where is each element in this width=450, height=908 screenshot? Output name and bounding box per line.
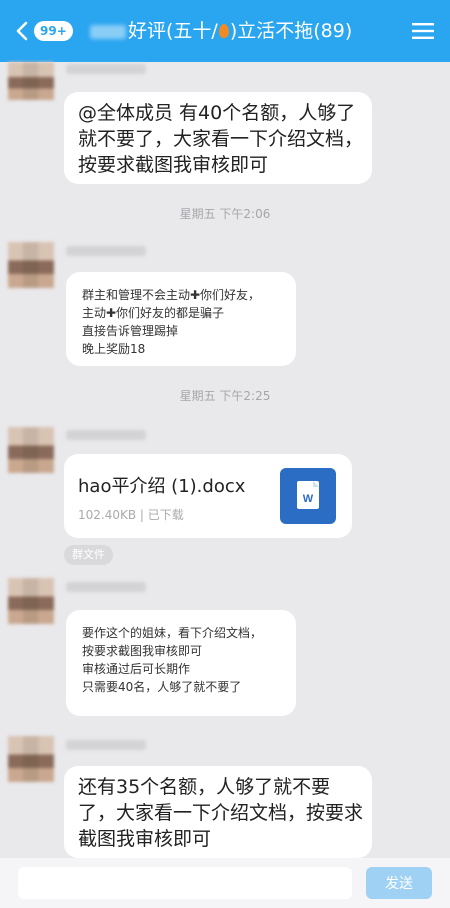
chat-header: 99+ 好评(五十/ )立活不拖(89) (0, 0, 450, 62)
file-name: hao平介绍 (1).docx (78, 476, 246, 497)
menu-icon[interactable] (412, 22, 434, 40)
word-document-icon: W (280, 468, 336, 524)
message-line: 按要求截图我审核即可 (82, 644, 203, 658)
sender-avatar[interactable] (8, 62, 54, 100)
message-line: 还有35个名额，人够了就不要 (78, 776, 331, 798)
chat-title: 好评(五十/ )立活不拖(89) (128, 18, 352, 44)
message-input-bar: 发送 (0, 858, 450, 908)
message-bubble[interactable]: 群主和管理不会主动✚你们好友， 主动✚你们好友的都是骗子 直接告诉管理踢掉 晚上… (66, 272, 296, 366)
message-timestamp: 星期五 下午2:06 (179, 207, 271, 221)
sender-avatar[interactable] (8, 578, 54, 624)
message-bubble[interactable]: 要作这个的姐妹，看下介绍文档， 按要求截图我审核即可 审核通过后可长期作 只需要… (66, 610, 296, 716)
message-line: 主动✚你们好友的都是骗子 (82, 306, 225, 320)
message-bubble[interactable]: @全体成员 有40个名额，人够了 就不要了，大家看一下介绍文档， 按要求截图我审… (64, 92, 372, 184)
sender-avatar[interactable] (8, 736, 54, 782)
title-redacted-blur (90, 25, 126, 39)
message-bubble[interactable]: 还有35个名额，人够了就不要 了，大家看一下介绍文档，按要求 截图我审核即可 (64, 766, 372, 858)
sender-avatar[interactable] (8, 427, 54, 473)
file-size-status: 102.40KB | 已下载 (78, 508, 184, 522)
message-line: 晚上奖励18 (82, 342, 146, 356)
chat-title-suffix: )立活不拖(89) (229, 20, 353, 42)
message-input[interactable] (18, 867, 352, 899)
group-file-tag[interactable]: 群文件 (64, 545, 113, 565)
file-message-card[interactable]: hao平介绍 (1).docx 102.40KB | 已下载 W (64, 454, 352, 538)
sender-name-redacted (66, 64, 146, 74)
sender-name-redacted (66, 582, 146, 592)
message-line: 截图我审核即可 (78, 828, 212, 850)
message-line: 只需要40名，人够了就不要了 (82, 680, 242, 694)
message-timestamp: 星期五 下午2:25 (179, 389, 271, 403)
message-line: 审核通过后可长期作 (82, 662, 191, 676)
message-line: 直接告诉管理踢掉 (82, 324, 179, 338)
drop-emoji-icon (218, 24, 229, 38)
sender-name-redacted (66, 246, 146, 256)
back-chevron-icon[interactable] (12, 20, 34, 42)
send-button[interactable]: 发送 (366, 867, 432, 899)
chat-title-prefix: 好评(五十/ (128, 20, 218, 42)
message-line: 要作这个的姐妹，看下介绍文档， (82, 626, 263, 640)
message-list[interactable]: @全体成员 有40个名额，人够了 就不要了，大家看一下介绍文档， 按要求截图我审… (0, 62, 450, 858)
message-line: 按要求截图我审核即可 (78, 154, 269, 176)
unread-count-badge[interactable]: 99+ (34, 21, 73, 41)
sender-name-redacted (66, 740, 146, 750)
message-line: @全体成员 有40个名额，人够了 (78, 102, 356, 124)
word-icon-letter: W (303, 493, 314, 505)
sender-avatar[interactable] (8, 242, 54, 288)
message-line: 群主和管理不会主动✚你们好友， (82, 288, 261, 302)
sender-name-redacted (66, 430, 146, 440)
message-line: 了，大家看一下介绍文档，按要求 (78, 802, 364, 824)
message-line: 就不要了，大家看一下介绍文档， (78, 128, 364, 150)
